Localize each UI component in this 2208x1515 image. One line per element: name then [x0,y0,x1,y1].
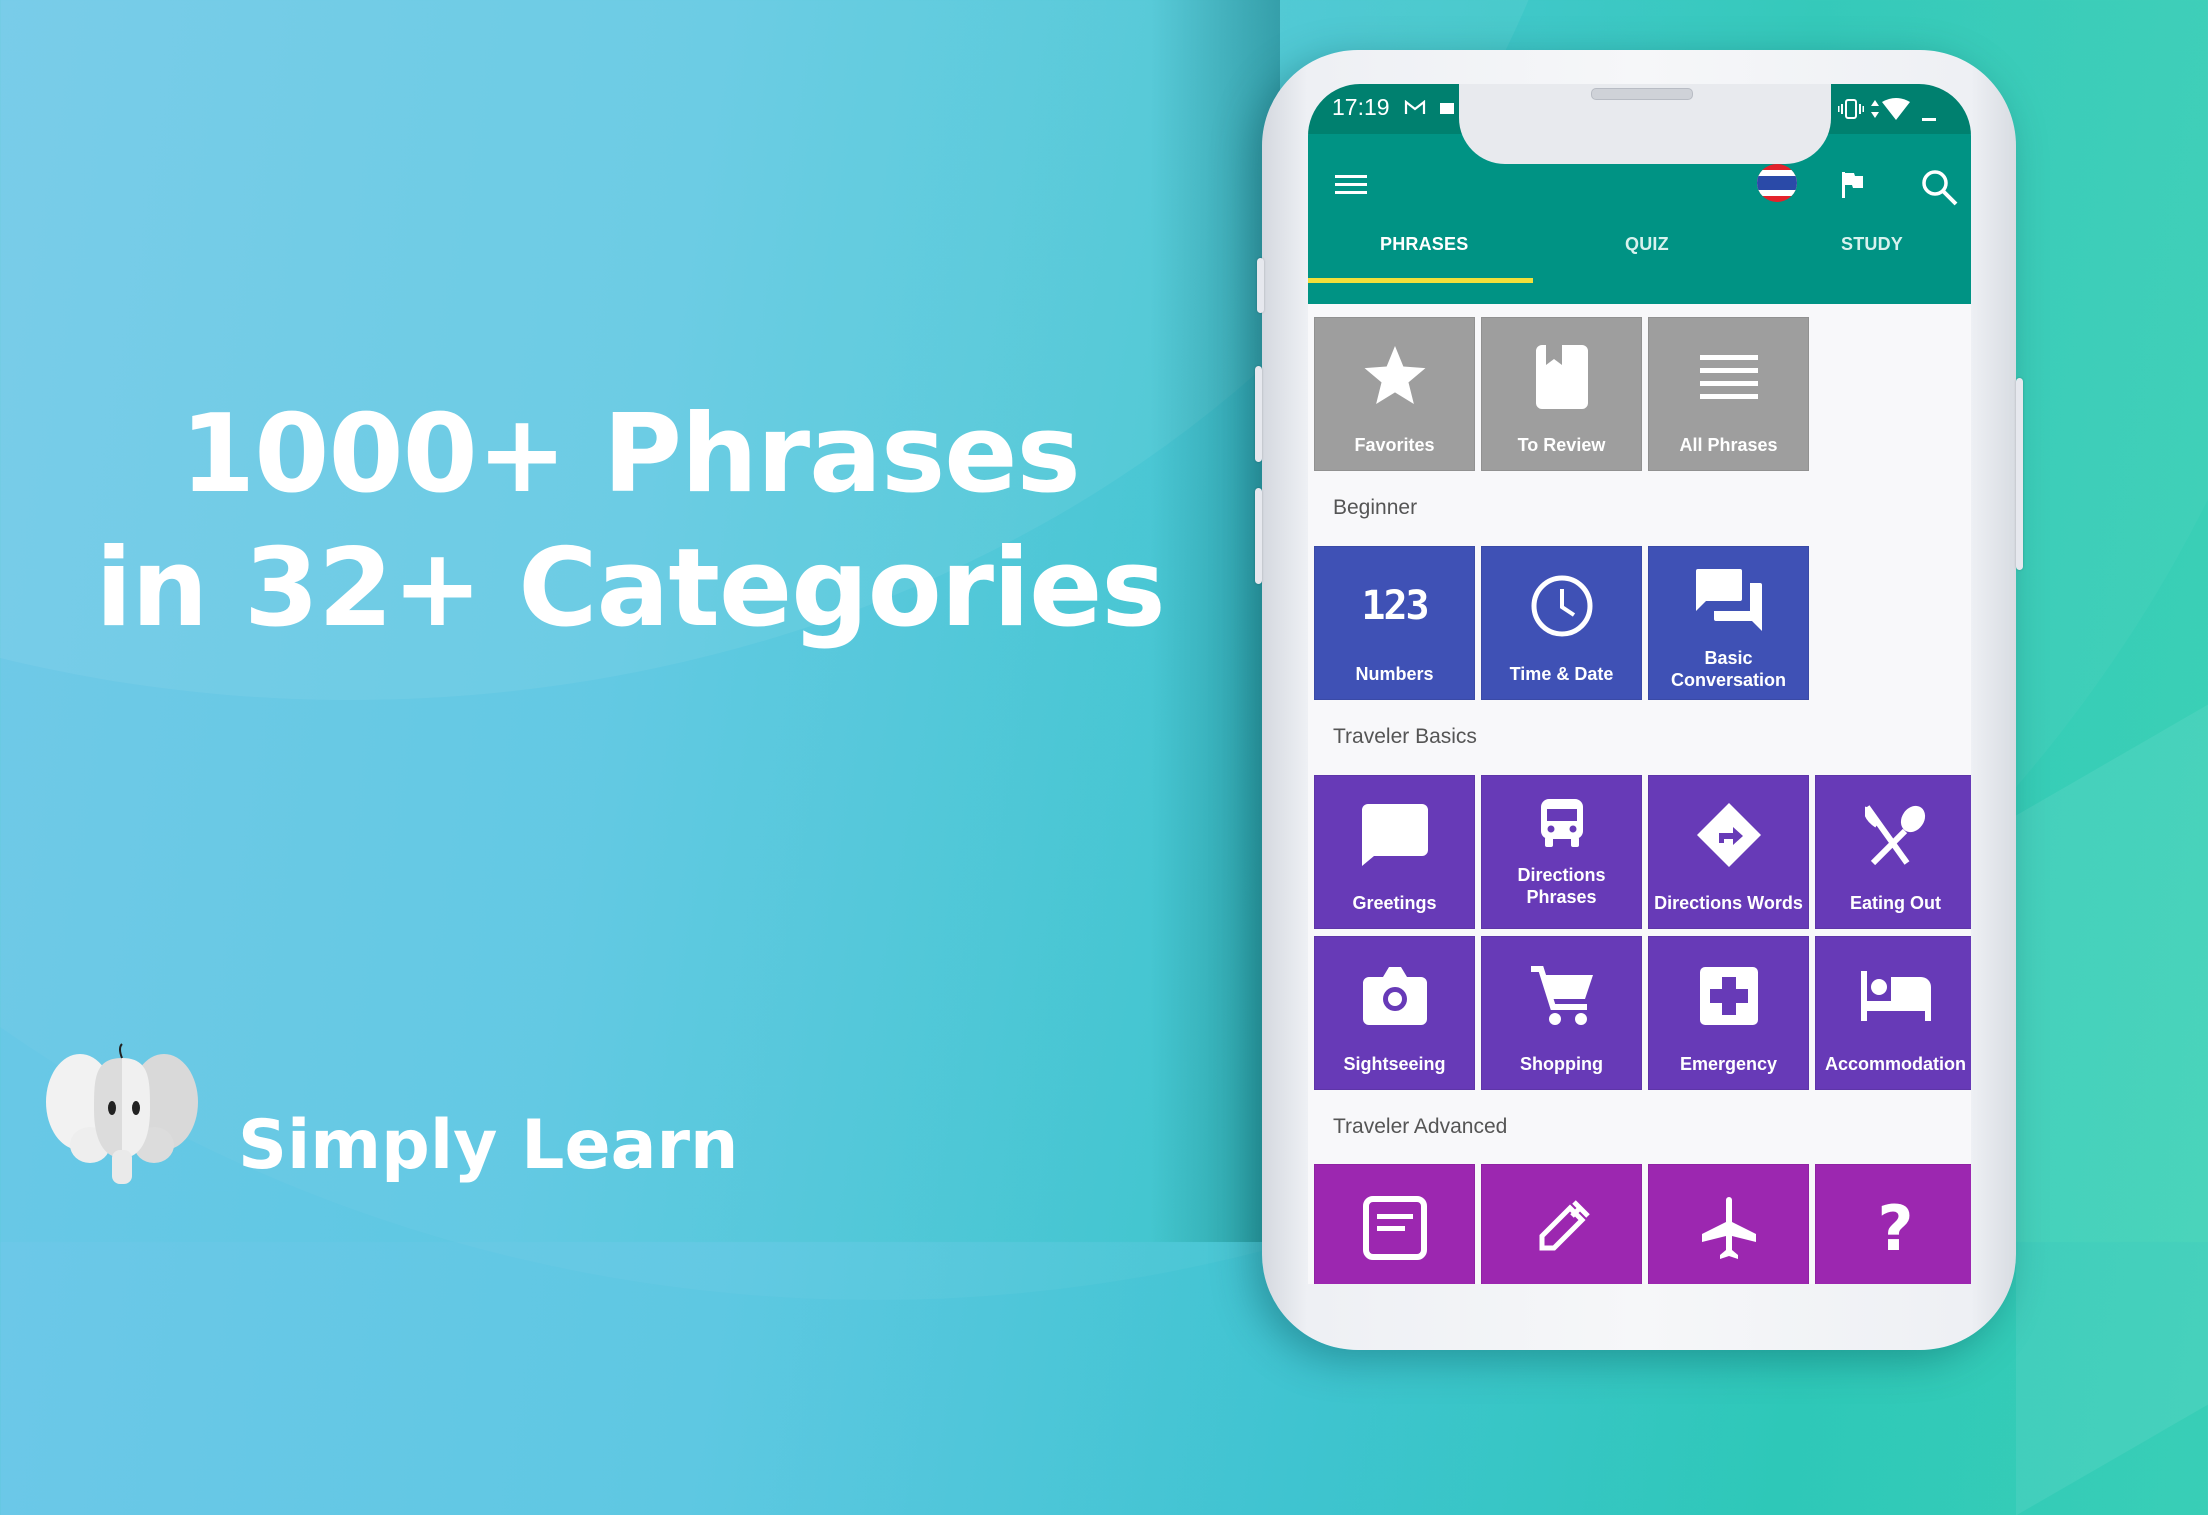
tab-quiz[interactable]: QUIZ [1625,234,1669,255]
tile-to-review[interactable]: To Review [1481,317,1642,471]
tile-label: All Phrases [1679,435,1778,455]
thailand-flag-icon[interactable] [1756,163,1798,203]
utensils-icon [1864,805,1925,865]
camera-icon [1362,967,1427,1025]
tile-emergency[interactable]: Emergency [1648,936,1809,1090]
tile-favorites[interactable]: Favorites [1314,317,1475,471]
speaker-grille [1591,88,1693,100]
tile-label: Emergency [1679,1054,1778,1074]
airplane-icon [1701,1197,1756,1259]
tile-numbers[interactable]: 123 Numbers [1314,546,1475,700]
tile-label-line: Phrases [1526,887,1597,907]
gmail-icon [1404,100,1426,114]
phone-side-button [1255,366,1262,462]
flag-icon[interactable] [1840,170,1866,200]
battery-icon [1922,118,1936,121]
brand-name: Simply Learn [238,1105,739,1185]
tile-label: Accommodation [1824,1054,1966,1074]
tile-advanced-airplane[interactable] [1648,1164,1809,1284]
battery-saver-icon [1440,103,1454,114]
tile-label: Favorites [1354,435,1435,455]
tile-advanced-document[interactable] [1314,1164,1475,1284]
tile-accommodation[interactable]: Accommodation [1815,936,1971,1090]
headline-line-2: in 32+ Categories [95,526,1165,651]
tile-label: Basic Conversation [1649,647,1808,691]
phone-side-button [2016,378,2023,570]
tile-label-line: Conversation [1670,670,1787,690]
document-icon [1362,1196,1427,1260]
cart-icon [1530,966,1593,1025]
section-title-traveler-advanced: Traveler Advanced [1333,1115,1508,1138]
brand-logo: Simply Learn [42,1040,738,1190]
tile-label: Sightseeing [1343,1054,1446,1074]
tab-study[interactable]: STUDY [1841,234,1903,255]
list-icon [1699,355,1758,399]
tile-time-date[interactable]: Time & Date [1481,546,1642,700]
phone-side-button [1255,488,1262,584]
tile-greetings[interactable]: Greetings [1314,775,1475,929]
phone-side-button [1257,258,1264,313]
tile-label: Directions Words [1654,893,1803,913]
bed-icon [1860,971,1931,1021]
tile-advanced-question[interactable]: ? [1815,1164,1971,1284]
syringe-icon [1539,1200,1590,1251]
tile-directions-phrases[interactable]: Directions Phrases [1481,775,1642,929]
menu-icon[interactable] [1335,172,1367,196]
tab-indicator [1308,278,1533,283]
tile-eating-out[interactable]: Eating Out [1815,775,1971,929]
section-title-beginner: Beginner [1333,496,1418,519]
search-icon[interactable] [1919,167,1959,207]
tile-all-phrases[interactable]: All Phrases [1648,317,1809,471]
first-aid-icon [1699,967,1758,1025]
elephant-logo-icon [46,1043,198,1184]
tile-label: Numbers [1355,664,1434,684]
clock-icon [1531,575,1592,637]
tab-phrases[interactable]: PHRASES [1380,234,1468,255]
speech-bubble-icon [1361,804,1428,866]
tile-label: Time & Date [1509,664,1614,684]
section-title-traveler-basics: Traveler Basics [1333,725,1477,748]
tile-label: Directions Phrases [1482,864,1641,908]
bus-icon [1540,799,1583,847]
headline-line-1: 1000+ Phrases [180,392,1081,517]
phone-notch [1459,84,1831,164]
status-time: 17:19 [1332,94,1390,120]
numbers-icon: 123 [1361,583,1429,629]
directions-sign-icon [1696,803,1761,867]
tile-advanced-syringe[interactable] [1481,1164,1642,1284]
star-icon [1364,346,1425,404]
promo-headline: 1000+ Phrases in 32+ Categories [0,388,1260,656]
tile-basic-conversation[interactable]: Basic Conversation [1648,546,1809,700]
tile-directions-words[interactable]: Directions Words [1648,775,1809,929]
tile-sightseeing[interactable]: Sightseeing [1314,936,1475,1090]
tile-shopping[interactable]: Shopping [1481,936,1642,1090]
app-screen: 17:19 PHRASES QUIZ STUDY Favorites To Re… [1308,84,1971,1284]
tile-label: Eating Out [1850,893,1941,913]
tile-label-line: Directions [1517,865,1606,885]
data-arrows-icon [1871,100,1879,118]
tile-label: Greetings [1352,893,1437,913]
tile-label: To Review [1517,435,1606,455]
tile-label-line: Basic [1704,648,1753,668]
wifi-icon [1882,98,1910,120]
question-icon: ? [1877,1191,1914,1265]
tile-label: Shopping [1520,1054,1603,1074]
chat-icon [1695,569,1762,631]
bookmark-icon [1535,345,1588,409]
vibrate-icon [1838,99,1864,119]
